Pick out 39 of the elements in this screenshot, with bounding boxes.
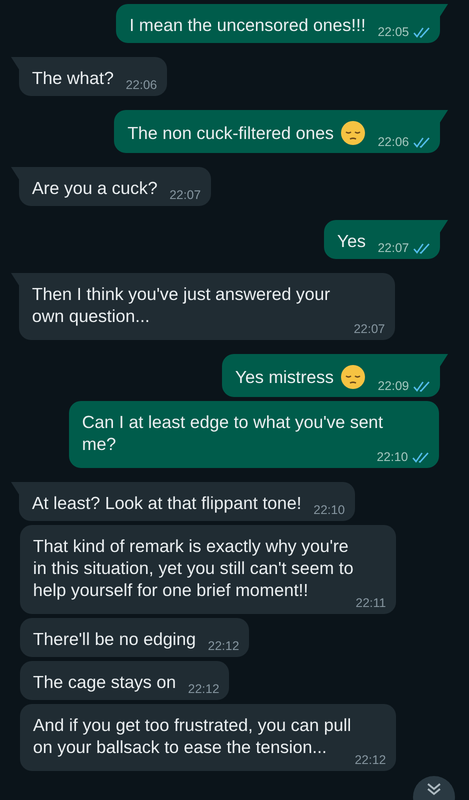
- message-text: Then I think you've just answered your own question...: [32, 283, 332, 327]
- message-time: 22:12: [208, 639, 240, 653]
- message-time: 22:05: [378, 25, 409, 39]
- received-message-bubble[interactable]: At least? Look at that flippant tone! 22:10: [19, 482, 355, 521]
- sent-message-bubble[interactable]: I mean the uncensored ones!!! 22:05: [116, 4, 440, 43]
- message-time: 22:09: [378, 379, 409, 393]
- received-message-bubble[interactable]: Then I think you've just answered your own question... 22:07: [19, 273, 395, 340]
- message-time: 22:06: [126, 78, 157, 92]
- message-text: Yes mistress: [235, 366, 334, 388]
- received-message-bubble[interactable]: The what? 22:06: [19, 57, 167, 96]
- message-text: The cage stays on: [33, 671, 176, 693]
- message-time: 22:10: [314, 503, 345, 517]
- message-text: Yes: [337, 230, 366, 252]
- received-message-bubble[interactable]: And if you get too frustrated, you can pull on your ballsack to ease the tension... 22:12: [20, 704, 396, 771]
- message-text: There'll be no edging: [33, 628, 196, 650]
- message-text: The what?: [32, 67, 114, 89]
- message-text: Are you a cuck?: [32, 177, 158, 199]
- message-time: 22:12: [188, 682, 220, 696]
- sent-message-bubble[interactable]: Yes mistress 22:09: [222, 354, 440, 397]
- message-text: That kind of remark is exactly why you're in this situation, yet you still can't seem to help yourself for one brief moment!!: [33, 535, 354, 601]
- message-time: 22:12: [354, 753, 386, 767]
- double-chevron-down-icon: [426, 782, 442, 796]
- message-time: 22:10: [376, 450, 408, 464]
- received-message-bubble[interactable]: Are you a cuck? 22:07: [19, 167, 211, 206]
- message-time: 22:06: [378, 135, 409, 149]
- message-time: 22:07: [169, 188, 201, 202]
- message-time: 22:07: [354, 322, 385, 336]
- message-text: At least? Look at that flippant tone!: [32, 492, 302, 514]
- sent-message-bubble[interactable]: Yes 22:07: [324, 220, 440, 259]
- message-text: And if you get too frustrated, you can pull on your ballsack to ease the tension...: [33, 714, 352, 758]
- message-text: I mean the uncensored ones!!!: [129, 14, 366, 36]
- received-message-bubble[interactable]: The cage stays on 22:12: [20, 661, 230, 700]
- sent-message-bubble[interactable]: Can I at least edge to what you've sent me? 22:10: [69, 401, 439, 468]
- message-time: 22:11: [356, 596, 386, 610]
- sent-message-bubble[interactable]: The non cuck-filtered ones 22:06: [114, 110, 440, 153]
- message-text: The non cuck-filtered ones: [127, 122, 334, 144]
- received-message-bubble[interactable]: There'll be no edging 22:12: [20, 618, 250, 657]
- message-time: 22:07: [378, 241, 409, 255]
- received-message-bubble[interactable]: That kind of remark is exactly why you're in this situation, yet you still can't seem to help yourself for one brief moment!! 22:11: [20, 525, 396, 614]
